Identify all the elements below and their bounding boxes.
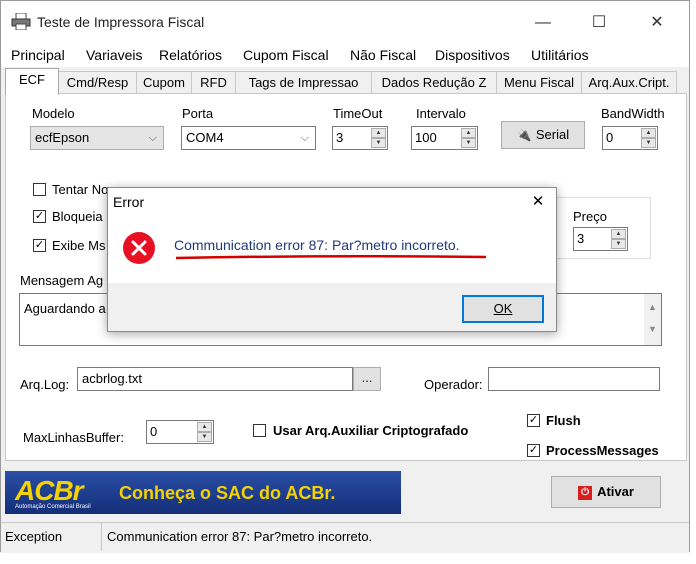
menu-nao-fiscal[interactable]: Não Fiscal xyxy=(350,47,416,63)
tab-cmd-resp[interactable]: Cmd/Resp xyxy=(58,71,137,93)
acbr-logo: ACBr xyxy=(15,475,84,506)
spin-up-icon[interactable]: ▲ xyxy=(371,128,386,138)
timeout-value: 3 xyxy=(336,130,344,145)
maximize-button[interactable]: ☐ xyxy=(579,9,619,37)
serial-icon: 🔌 xyxy=(516,128,532,142)
usar-arq-label: Usar Arq.Auxiliar Criptografado xyxy=(273,423,469,438)
tab-rfd[interactable]: RFD xyxy=(191,71,236,93)
serial-button[interactable]: 🔌 Serial xyxy=(501,121,585,149)
porta-value: COM4 xyxy=(186,130,224,145)
exibe-label: Exibe Ms xyxy=(52,238,106,253)
bloqueia-label: Bloqueia xyxy=(52,209,103,224)
operador-label: Operador: xyxy=(424,377,483,392)
menu-dispositivos[interactable]: Dispositivos xyxy=(435,47,510,63)
flush-checkbox[interactable]: ✓ xyxy=(527,414,540,427)
sac-banner[interactable]: ACBr Automação Comercial Brasil Conheça … xyxy=(5,471,401,514)
usar-arq-checkbox[interactable] xyxy=(253,424,266,437)
tab-tags-impressao[interactable]: Tags de Impressao xyxy=(235,71,372,93)
serial-label: Serial xyxy=(535,127,570,142)
bandwidth-value: 0 xyxy=(606,130,614,145)
acbr-logo-sub: Automação Comercial Brasil xyxy=(15,504,91,510)
spin-up-icon[interactable]: ▲ xyxy=(641,128,656,138)
spin-down-icon[interactable]: ▼ xyxy=(641,138,656,148)
minimize-button[interactable]: — xyxy=(523,9,563,37)
process-messages-label: ProcessMessages xyxy=(546,443,659,458)
porta-label: Porta xyxy=(182,106,214,121)
status-divider xyxy=(101,523,102,551)
spin-down-icon[interactable]: ▼ xyxy=(611,239,626,249)
menu-principal[interactable]: Principal xyxy=(11,47,65,63)
modelo-label: Modelo xyxy=(32,106,75,121)
bloqueia-checkbox[interactable]: ✓ xyxy=(33,210,46,223)
status-left: Exception xyxy=(5,529,63,544)
menu-utilitarios[interactable]: Utilitários xyxy=(531,47,589,63)
close-button[interactable]: ✕ xyxy=(637,9,677,37)
modelo-select[interactable]: ecfEpson ⌵ xyxy=(30,126,164,150)
tab-dados-reducao-z[interactable]: Dados Redução Z xyxy=(371,71,497,93)
bandwidth-spinner[interactable]: 0 ▲ ▼ xyxy=(602,126,658,150)
ok-button[interactable]: OK xyxy=(462,295,544,323)
spin-down-icon[interactable]: ▼ xyxy=(197,432,212,442)
exibe-checkbox[interactable]: ✓ xyxy=(33,239,46,252)
porta-select[interactable]: COM4 ⌵ xyxy=(181,126,316,150)
banner-message: Conheça o SAC do ACBr. xyxy=(119,483,336,503)
ativar-label: Ativar xyxy=(597,484,634,499)
window-title: Teste de Impressora Fiscal xyxy=(37,14,205,30)
scroll-up-icon[interactable]: ▲ xyxy=(644,302,661,312)
error-dialog: Error ✕ Communication error 87: Par?metr… xyxy=(107,187,557,332)
preco-value: 3 xyxy=(577,231,585,246)
menu-relatorios[interactable]: Relatórios xyxy=(159,47,222,63)
scroll-down-icon[interactable]: ▼ xyxy=(644,324,661,334)
menu-cupom-fiscal[interactable]: Cupom Fiscal xyxy=(243,47,329,63)
maxlinhas-value: 0 xyxy=(150,424,158,439)
tab-menu-fiscal[interactable]: Menu Fiscal xyxy=(496,71,582,93)
error-icon xyxy=(123,232,155,264)
modelo-value: ecfEpson xyxy=(35,130,90,145)
browse-button[interactable]: ... xyxy=(353,367,381,391)
ativar-button[interactable]: ⏻ Ativar xyxy=(551,476,661,508)
arqlog-input[interactable]: acbrlog.txt xyxy=(77,367,353,391)
flush-label: Flush xyxy=(546,413,581,428)
timeout-label: TimeOut xyxy=(333,106,383,121)
tentar-checkbox[interactable] xyxy=(33,183,46,196)
dialog-title: Error xyxy=(113,194,145,210)
mensagem-value: Aguardando a xyxy=(24,301,106,316)
preco-spinner[interactable]: 3 ▲ ▼ xyxy=(573,227,628,251)
status-right: Communication error 87: Par?metro incorr… xyxy=(107,529,373,544)
intervalo-label: Intervalo xyxy=(416,106,466,121)
tentar-label: Tentar No xyxy=(52,182,109,197)
underline-annotation xyxy=(175,254,487,260)
status-bar: Exception Communication error 87: Par?me… xyxy=(1,522,689,553)
spin-up-icon[interactable]: ▲ xyxy=(461,128,476,138)
arqlog-label: Arq.Log: xyxy=(20,377,70,392)
preco-label: Preço xyxy=(573,209,607,224)
operador-input[interactable] xyxy=(488,367,660,391)
timeout-spinner[interactable]: 3 ▲ ▼ xyxy=(332,126,388,150)
mensagem-label: Mensagem Ag xyxy=(20,273,104,288)
bandwidth-label: BandWidth xyxy=(601,106,665,121)
maxlinhas-label: MaxLinhasBuffer: xyxy=(23,430,124,445)
spin-up-icon[interactable]: ▲ xyxy=(611,229,626,239)
printer-icon xyxy=(11,13,31,30)
spin-down-icon[interactable]: ▼ xyxy=(371,138,386,148)
spin-down-icon[interactable]: ▼ xyxy=(461,138,476,148)
intervalo-spinner[interactable]: 100 ▲ ▼ xyxy=(411,126,478,150)
tab-arq-aux-cript[interactable]: Arq.Aux.Cript. xyxy=(581,71,677,93)
menu-variaveis[interactable]: Variaveis xyxy=(86,47,143,63)
power-icon: ⏻ xyxy=(578,485,593,500)
maxlinhas-spinner[interactable]: 0 ▲ ▼ xyxy=(146,420,214,444)
tab-ecf[interactable]: ECF xyxy=(5,68,59,95)
chevron-down-icon: ⌵ xyxy=(148,132,157,144)
dialog-close-button[interactable]: ✕ xyxy=(524,190,552,214)
scrollbar[interactable]: ▲ ▼ xyxy=(644,294,661,345)
ok-label: OK xyxy=(493,301,513,316)
intervalo-value: 100 xyxy=(415,130,437,145)
process-messages-checkbox[interactable]: ✓ xyxy=(527,444,540,457)
tab-cupom[interactable]: Cupom xyxy=(136,71,192,93)
title-bar: Teste de Impressora Fiscal — ☐ ✕ xyxy=(1,1,689,43)
spin-up-icon[interactable]: ▲ xyxy=(197,422,212,432)
dialog-message: Communication error 87: Par?metro incorr… xyxy=(174,237,460,253)
chevron-down-icon: ⌵ xyxy=(300,132,309,144)
